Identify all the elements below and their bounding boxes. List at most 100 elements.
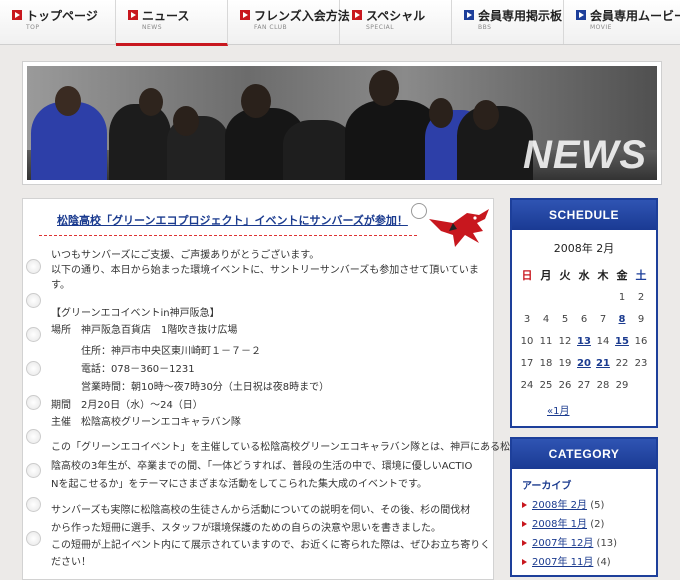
bullet-icon bbox=[26, 327, 41, 342]
archive-item: 2007年 12月 (13) bbox=[522, 534, 656, 549]
bullet-icon bbox=[26, 395, 41, 410]
calendar-day: 3 bbox=[523, 313, 531, 325]
archive-count: (5) bbox=[590, 500, 605, 511]
nav-item-movie[interactable]: 会員専用ムービー MOVIE bbox=[564, 0, 680, 44]
article-text-line: この「グリーンエコイベント」を主催している松陰高校グリーンエコキャラバン隊とは、… bbox=[51, 442, 511, 453]
calendar-day: 28 bbox=[596, 379, 610, 391]
archive-count: (13) bbox=[596, 538, 618, 549]
volleyball-icon bbox=[411, 203, 427, 219]
calendar-day: 24 bbox=[520, 379, 534, 391]
weekday-header: 水 bbox=[578, 269, 590, 282]
article-text-line: 主催 松陰高校グリーンエコキャラバン隊 bbox=[51, 417, 241, 428]
calendar-day: 10 bbox=[520, 335, 534, 347]
article-text-line: 期間 2月20日（水）～24（日） bbox=[51, 400, 203, 411]
bullet-icon bbox=[26, 293, 41, 308]
calendar-day bbox=[556, 286, 575, 308]
nav-item-fan-club[interactable]: フレンズ入会方法 FAN CLUB bbox=[228, 0, 350, 44]
archive-link[interactable]: 2008年 1月 bbox=[532, 519, 587, 530]
arrow-icon bbox=[464, 10, 474, 20]
arrow-icon bbox=[128, 10, 138, 20]
calendar-day: 6 bbox=[580, 313, 588, 325]
nav-sublabel: MOVIE bbox=[590, 24, 612, 31]
bullet-icon bbox=[26, 463, 41, 478]
archive-count: (2) bbox=[590, 519, 605, 530]
calendar-day: 17 bbox=[520, 357, 534, 369]
calendar-day: 5 bbox=[561, 313, 569, 325]
article-text-line: この短冊が上記イベント内にて展示されていますので、お近くに寄られた際は、ぜひお立… bbox=[51, 540, 491, 551]
article-text-line: 【グリーンエコイベントin神戸阪急】 bbox=[51, 308, 220, 319]
nav-item-bbs[interactable]: 会員専用掲示板 BBS bbox=[452, 0, 564, 44]
calendar-day-link[interactable]: 15 bbox=[613, 330, 632, 352]
archive-link[interactable]: 2008年 2月 bbox=[532, 500, 587, 511]
weekday-header: 日 bbox=[521, 269, 533, 282]
archive-item: 2008年 1月 (2) bbox=[522, 515, 656, 530]
nav-item-news[interactable]: ニュース NEWS bbox=[116, 0, 228, 46]
weekday-header: 土 bbox=[635, 269, 647, 282]
title-divider bbox=[39, 235, 417, 236]
bullet-icon bbox=[26, 429, 41, 444]
calendar-day-link[interactable]: 8 bbox=[613, 308, 632, 330]
arrow-icon bbox=[576, 10, 586, 20]
calendar-day: 22 bbox=[615, 357, 629, 369]
banner-photo: NEWS bbox=[27, 66, 657, 180]
category-heading: CATEGORY bbox=[512, 439, 656, 469]
article-text-line: サンバーズも実際に松陰高校の生徒さんから活動についての説明を伺い、その後、杉の間… bbox=[51, 505, 471, 516]
article-text-line: す。 bbox=[51, 280, 70, 291]
calendar-day: 25 bbox=[539, 379, 553, 391]
arrow-icon bbox=[522, 559, 527, 565]
archive-link[interactable]: 2007年 12月 bbox=[532, 538, 593, 549]
schedule-panel: SCHEDULE 2008年 2月 日 月 火 水 木 金 土 1 2 3 4 … bbox=[510, 198, 658, 428]
arrow-icon bbox=[352, 10, 362, 20]
calendar-day: 26 bbox=[558, 379, 572, 391]
archive-link[interactable]: 2007年 11月 bbox=[532, 557, 593, 568]
article-text-line: 場所 神戸阪急百貨店 1階吹き抜け広場 bbox=[51, 325, 238, 336]
previous-month-link[interactable]: «1月 bbox=[547, 402, 656, 417]
calendar-day: 14 bbox=[596, 335, 610, 347]
calendar-month: 2008年 2月 bbox=[553, 242, 615, 255]
article-text-line: 以下の通り、本日から始まった環境イベントに、サントリーサンバーズも参加させて頂い… bbox=[51, 265, 479, 276]
nav-sublabel: NEWS bbox=[142, 24, 163, 31]
calendar-day: 9 bbox=[637, 313, 645, 325]
calendar-day: 19 bbox=[558, 357, 572, 369]
article-text-line: 住所：神戸市中央区東川崎町１－７－２ bbox=[51, 346, 261, 357]
archive-count: (4) bbox=[596, 557, 611, 568]
article-title-link[interactable]: 松陰高校「グリーンエコプロジェクト」イベントにサンバーズが参加！ bbox=[57, 212, 408, 228]
calendar-day: 11 bbox=[539, 335, 553, 347]
nav-sublabel: SPECIAL bbox=[366, 24, 395, 31]
calendar-day-link[interactable]: 21 bbox=[594, 352, 613, 374]
calendar-day bbox=[632, 374, 651, 396]
article-text-line: 電話：078－360－1231 bbox=[51, 364, 195, 375]
arrow-icon bbox=[522, 521, 527, 527]
archive-item: 2008年 2月 (5) bbox=[522, 496, 656, 511]
calendar-day: 18 bbox=[539, 357, 553, 369]
weekday-header: 月 bbox=[540, 269, 552, 282]
mascot-bird-icon bbox=[429, 209, 489, 247]
nav-label: スペシャル bbox=[366, 9, 426, 23]
article-text-line: 営業時間：朝10時～夜7時30分（土日祝は夜8時まで） bbox=[51, 382, 330, 393]
nav-item-special[interactable]: スペシャル SPECIAL bbox=[340, 0, 452, 44]
weekday-header: 火 bbox=[559, 269, 571, 282]
calendar-day: 23 bbox=[634, 357, 648, 369]
calendar-day-link[interactable]: 13 bbox=[575, 330, 594, 352]
article-text-line: いつもサンバーズにご支援、ご声援ありがとうございます。 bbox=[51, 250, 320, 261]
calendar-day-link[interactable]: 20 bbox=[575, 352, 594, 374]
bullet-icon bbox=[26, 361, 41, 376]
news-article: 松陰高校「グリーンエコプロジェクト」イベントにサンバーズが参加！ いつもサンバー… bbox=[22, 198, 510, 580]
article-text-line: 陰高校の3年生が、卒業までの間、「一体どうすれば、普段の生活の中で、環境に優しい… bbox=[51, 461, 473, 472]
category-panel: CATEGORY アーカイブ 2008年 2月 (5) 2008年 1月 (2)… bbox=[510, 437, 658, 577]
calendar-day bbox=[575, 286, 594, 308]
banner-title: NEWS bbox=[523, 133, 647, 177]
arrow-icon bbox=[240, 10, 250, 20]
archive-heading: アーカイブ bbox=[522, 481, 572, 492]
article-text-line: ださい！ bbox=[51, 557, 91, 568]
calendar-day: 16 bbox=[634, 335, 648, 347]
nav-label: トップページ bbox=[26, 9, 98, 23]
top-navigation: トップページ TOP ニュース NEWS フレンズ入会方法 FAN CLUB ス… bbox=[0, 0, 680, 46]
nav-sublabel: TOP bbox=[26, 24, 40, 31]
article-text-line: Nを起こせるか」をテーマにさまざまな活動をしてこられた集大成のイベントです。 bbox=[51, 479, 427, 490]
arrow-icon bbox=[522, 540, 527, 546]
nav-label: 会員専用掲示板 bbox=[478, 9, 563, 23]
bullet-icon bbox=[26, 259, 41, 274]
calendar-day: 4 bbox=[542, 313, 550, 325]
nav-item-top[interactable]: トップページ TOP bbox=[0, 0, 116, 44]
